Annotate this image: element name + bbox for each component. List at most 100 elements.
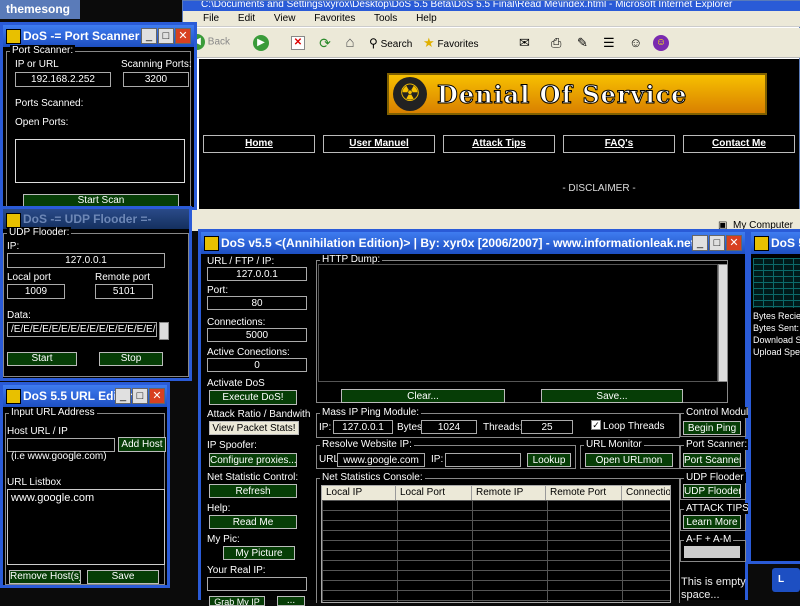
remove-host-button[interactable]: Remove Host(s) (9, 570, 81, 584)
maximize-button[interactable]: □ (132, 388, 148, 404)
my-pic-label: My Pic: (207, 534, 240, 545)
udp-ip-field[interactable]: 127.0.0.1 (7, 253, 165, 268)
menu-favorites[interactable]: Favorites (314, 13, 355, 24)
bandwidth-graph (753, 258, 800, 308)
minimize-button[interactable]: _ (115, 388, 131, 404)
edit-icon[interactable]: ✎ (577, 35, 588, 51)
close-button[interactable]: ✕ (149, 388, 165, 404)
data-scrollbar[interactable] (159, 322, 169, 340)
read-me-button[interactable]: Read Me (209, 515, 297, 529)
ie-content: ☢ Denial Of Service Home User Manuel Att… (199, 59, 799, 209)
stop-icon[interactable]: ✕ (291, 36, 305, 50)
open-ports-list[interactable] (15, 139, 185, 183)
maximize-button[interactable]: □ (158, 28, 174, 44)
learn-more-button[interactable]: Learn More (683, 515, 741, 529)
maximize-button[interactable]: □ (709, 235, 725, 251)
my-picture-button[interactable]: My Picture (223, 546, 295, 560)
col-remote-ip[interactable]: Remote IP (472, 486, 546, 500)
yahoo-icon[interactable]: ☺ (653, 35, 669, 51)
grab-my-ip-button[interactable]: Grab My IP (209, 596, 265, 606)
nav-user-manual[interactable]: User Manuel (323, 135, 435, 153)
http-dump-area[interactable] (318, 264, 718, 382)
port-scanner-button[interactable]: Port Scanner (683, 453, 741, 467)
menu-file[interactable]: File (203, 13, 219, 24)
bandwidth-titlebar[interactable]: DoS 5.5 (751, 232, 800, 254)
threads-field[interactable]: 25 (521, 420, 573, 434)
open-ports-label: Open Ports: (15, 117, 69, 128)
host-field[interactable] (7, 438, 115, 452)
ip-field[interactable]: 192.168.2.252 (15, 72, 111, 87)
remote-port-label: Remote port (95, 272, 151, 283)
add-host-button[interactable]: Add Host (118, 437, 166, 452)
connections-label: Connections: (207, 317, 266, 328)
menu-help[interactable]: Help (416, 13, 437, 24)
taskbar-button[interactable]: L (772, 568, 800, 592)
resolve-url-field[interactable]: www.google.com (337, 453, 425, 467)
print-icon[interactable]: ⎙ (551, 35, 561, 51)
dos-main-titlebar[interactable]: DoS v5.5 <(Annihilation Edition)> | By: … (201, 232, 745, 254)
minimize-button[interactable]: _ (692, 235, 708, 251)
save-dump-button[interactable]: Save... (541, 389, 683, 403)
udp-start-button[interactable]: Start (7, 352, 77, 366)
app-icon (204, 236, 219, 251)
nav-faqs[interactable]: FAQ's (563, 135, 675, 153)
search-button[interactable]: ⚲ Search (369, 35, 412, 51)
close-button[interactable]: ✕ (726, 235, 742, 251)
minimize-button[interactable]: _ (141, 28, 157, 44)
menu-view[interactable]: View (274, 13, 296, 24)
col-local-port[interactable]: Local Port (396, 486, 472, 500)
open-urlmon-button[interactable]: Open URLmon (585, 453, 673, 467)
remote-port-field[interactable]: 5101 (95, 284, 153, 299)
home-icon[interactable]: ⌂ (341, 34, 359, 52)
execute-dos-button[interactable]: Execute DoS! (209, 390, 297, 405)
forward-icon[interactable]: ▶ (253, 35, 269, 51)
loop-threads-checkbox[interactable]: ✓ (591, 420, 601, 430)
console-table[interactable]: Local IP Local Port Remote IP Remote Por… (321, 485, 671, 603)
messenger-icon[interactable]: ☺ (629, 35, 642, 51)
connections-field[interactable]: 5000 (207, 328, 307, 342)
view-packet-stats-button[interactable]: View Packet Stats! (209, 421, 299, 435)
ping-ip-field[interactable]: 127.0.0.1 (333, 420, 393, 434)
configure-proxies-button[interactable]: Configure proxies... (209, 453, 297, 467)
menu-edit[interactable]: Edit (238, 13, 255, 24)
app-icon (754, 236, 769, 251)
port-field[interactable]: 80 (207, 296, 307, 310)
ports-field[interactable]: 3200 (123, 72, 189, 87)
data-field[interactable]: /E/E/E/E/E/E/E/E/E/E/E/E/E/E/E/E/E (7, 322, 157, 337)
url-field[interactable]: 127.0.0.1 (207, 267, 307, 281)
col-remote-port[interactable]: Remote Port (546, 486, 622, 500)
mail-icon[interactable]: ✉ (519, 35, 530, 51)
app-icon (6, 389, 21, 404)
dos-main-window: DoS v5.5 <(Annihilation Edition)> | By: … (198, 229, 759, 606)
menu-tools[interactable]: Tools (374, 13, 397, 24)
radiation-icon: ☢ (393, 77, 427, 111)
refresh-button[interactable]: Refresh (209, 484, 297, 498)
nav-home[interactable]: Home (203, 135, 315, 153)
col-local-ip[interactable]: Local IP (322, 486, 396, 500)
udp-flooder-titlebar[interactable]: DoS -= UDP Flooder =- (3, 209, 189, 229)
real-ip-label: Your Real IP: (207, 565, 266, 576)
clear-button[interactable]: Clear... (341, 389, 505, 403)
console-header: Local IP Local Port Remote IP Remote Por… (322, 486, 670, 500)
url-editor-window: DoS 5.5 URL Editor _ □ ✕ Input URL Addre… (0, 382, 170, 588)
udp-flooder-button[interactable]: UDP Flooder (683, 484, 741, 498)
discuss-icon[interactable]: ☰ (603, 35, 615, 51)
af-am-box (684, 546, 740, 558)
nav-contact-me[interactable]: Contact Me (683, 135, 795, 153)
themesong-label[interactable]: themesong (0, 0, 80, 19)
url-listbox[interactable]: www.google.com (7, 489, 165, 565)
lookup-button[interactable]: Lookup (527, 453, 571, 467)
nav-attack-tips[interactable]: Attack Tips (443, 135, 555, 153)
favorites-button[interactable]: ★ Favorites (423, 35, 479, 51)
list-item[interactable]: www.google.com (8, 490, 164, 506)
refresh-icon[interactable]: ⟳ (317, 35, 333, 51)
save-button[interactable]: Save (87, 570, 159, 584)
close-button[interactable]: ✕ (175, 28, 191, 44)
col-connection[interactable]: Connection (622, 486, 670, 500)
begin-ping-button[interactable]: Begin Ping (683, 421, 741, 435)
udp-stop-button[interactable]: Stop (99, 352, 163, 366)
more-button[interactable]: ... (277, 596, 305, 606)
http-dump-scrollbar[interactable] (718, 264, 728, 382)
local-port-field[interactable]: 1009 (7, 284, 65, 299)
bytes-field[interactable]: 1024 (421, 420, 477, 434)
